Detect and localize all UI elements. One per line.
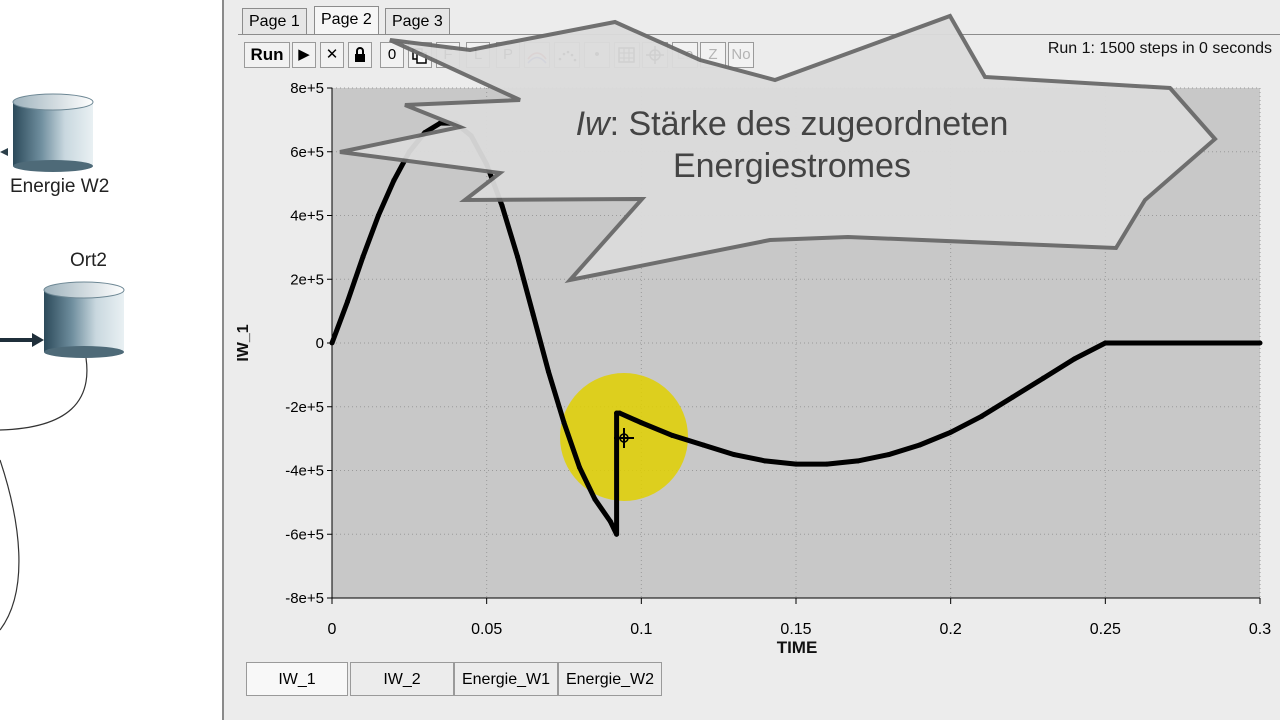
line-mode-button[interactable]: [524, 42, 550, 68]
l-button[interactable]: L: [466, 42, 490, 68]
stock-ort2[interactable]: [43, 281, 125, 358]
lock-icon: [355, 47, 365, 62]
connector-line: [0, 459, 20, 631]
run-status: Run 1: 1500 steps in 0 seconds: [1047, 40, 1272, 57]
tab-page-3[interactable]: Page 3: [385, 8, 450, 34]
tab-page-1[interactable]: Page 1: [242, 8, 307, 34]
flow-arrow-icon: [0, 148, 8, 156]
callout-line-2: Energiestromes: [672, 147, 912, 185]
grid-icon: [618, 47, 635, 63]
x-axis-label: TIME: [776, 638, 818, 657]
model-diagram: Energie W2 Ort2: [0, 0, 222, 720]
zero-button[interactable]: 0: [380, 42, 404, 68]
lock-button[interactable]: [348, 42, 372, 68]
variable-tab-iw-1[interactable]: IW_1: [246, 662, 348, 696]
stock-energie-w2[interactable]: [12, 93, 94, 172]
callout-text: Iw: Stärke des zugeordneten Energiestrom…: [552, 103, 1032, 187]
f-button[interactable]: F: [436, 42, 460, 68]
scatter-icon: [558, 50, 577, 62]
stop-button[interactable]: ✕: [320, 42, 344, 68]
scatter-mode-button[interactable]: [554, 42, 580, 68]
diagram-canvas: [0, 93, 125, 631]
flow-arrow-icon: [32, 333, 44, 347]
crosshair-button[interactable]: [642, 42, 668, 68]
tab-divider: [238, 34, 1280, 35]
grid-button[interactable]: [614, 42, 640, 68]
p-button[interactable]: P: [496, 42, 520, 68]
stock-label-energie-w2: Energie W2: [10, 176, 110, 197]
run-button[interactable]: Run: [244, 42, 290, 68]
variable-tab-energie-w1[interactable]: Energie_W1: [454, 662, 558, 696]
crosshair-icon: [646, 46, 664, 64]
play-button[interactable]: ▶: [292, 42, 316, 68]
copy-button[interactable]: [408, 42, 432, 68]
variable-tab-energie-w2[interactable]: Energie_W2: [558, 662, 662, 696]
variable-tab-iw-2[interactable]: IW_2: [350, 662, 454, 696]
no-button[interactable]: No: [728, 42, 754, 68]
connector-line: [0, 357, 88, 431]
dot-mode-button[interactable]: •: [584, 42, 610, 68]
copy-icon: [412, 48, 427, 64]
callout-line-1: : Stärke des zugeordneten: [609, 105, 1009, 143]
log-button[interactable]: Lo: [672, 42, 698, 68]
stock-label-ort2: Ort2: [70, 250, 107, 271]
tab-page-2[interactable]: Page 2: [314, 6, 379, 35]
line-chart-icon: [527, 52, 547, 64]
zoom-button[interactable]: Z: [700, 42, 726, 68]
callout-symbol: Iw: [575, 105, 610, 143]
y-axis-label: IW_1: [235, 324, 252, 362]
